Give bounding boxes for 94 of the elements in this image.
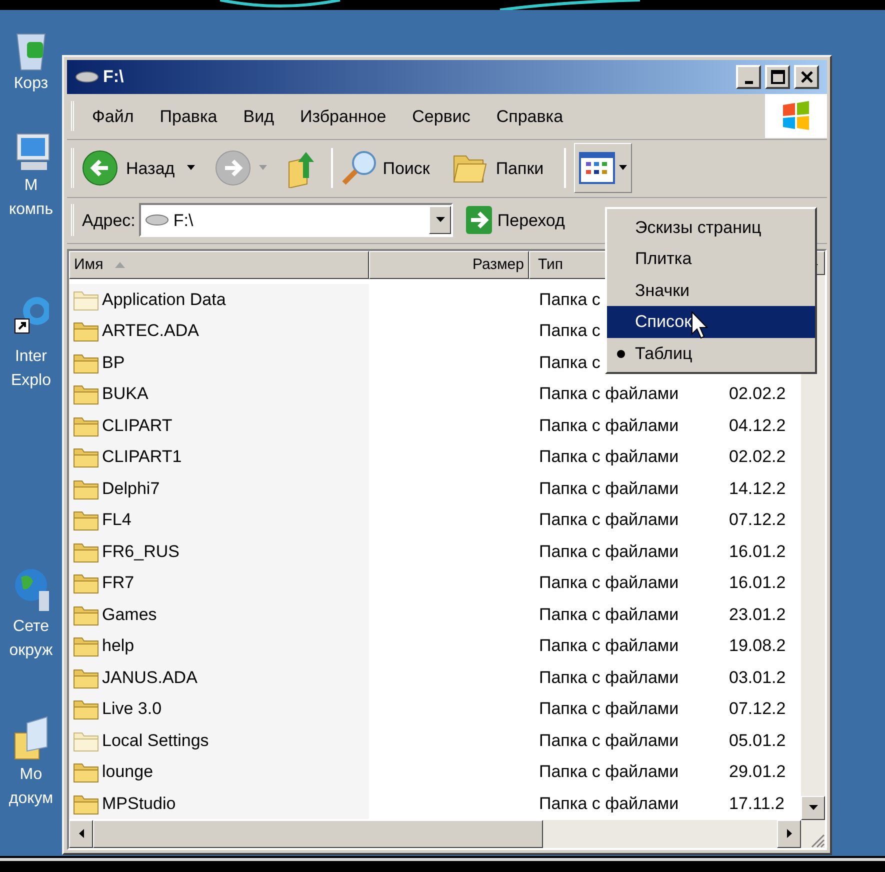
date-cell-text: 23.01.2 bbox=[729, 604, 786, 626]
resize-grip-icon[interactable] bbox=[809, 832, 825, 848]
date-cell-text: 19.08.2 bbox=[729, 635, 786, 658]
view-option[interactable]: Плитка bbox=[607, 243, 815, 275]
folders-button[interactable]: Папки bbox=[450, 150, 544, 186]
search-button[interactable]: Поиск bbox=[340, 149, 430, 188]
file-name[interactable]: Games bbox=[102, 602, 157, 628]
type-cell: Папка с файлами bbox=[539, 636, 679, 656]
back-button[interactable]: Назад bbox=[82, 150, 179, 186]
column-header[interactable]: Размер bbox=[369, 250, 529, 279]
file-name[interactable]: lounge bbox=[102, 759, 154, 785]
views-button[interactable] bbox=[574, 143, 632, 194]
file-name[interactable]: CLIPART bbox=[102, 412, 172, 438]
type-cell: Папка с файлами bbox=[539, 447, 679, 466]
sort-arrow-icon bbox=[115, 262, 126, 268]
horizontal-scrollbar[interactable] bbox=[69, 820, 825, 848]
windows-logo-icon bbox=[780, 100, 812, 132]
date-cell-text: 05.01.2 bbox=[729, 730, 786, 752]
type-cell: Папка с файлами bbox=[539, 416, 679, 435]
desktop-icon-label: Explo bbox=[10, 370, 52, 391]
type-cell: Папка с файлами bbox=[539, 794, 679, 813]
views-icon bbox=[578, 152, 615, 184]
address-field[interactable]: F:\ bbox=[139, 203, 454, 238]
type-cell: Папка с файлами bbox=[539, 730, 679, 750]
desktop-icon-label: докум bbox=[8, 788, 54, 809]
window-title: F:\ bbox=[103, 66, 124, 88]
type-cell: Папка с bbox=[539, 321, 600, 340]
maximize-icon bbox=[770, 70, 784, 84]
dropdown-button[interactable] bbox=[429, 206, 452, 234]
desktop-icon-label: Мо bbox=[20, 764, 42, 785]
date-cell-text: 16.01.2 bbox=[729, 540, 786, 563]
date-cell-text: 14.12.2 bbox=[729, 478, 786, 500]
view-option[interactable]: Значки bbox=[607, 274, 815, 306]
file-name[interactable]: BUKA bbox=[102, 381, 148, 407]
type-cell: Папка с файлами bbox=[539, 384, 679, 404]
date-cell-text: 29.01.2 bbox=[729, 761, 786, 784]
menu-item[interactable]: Правка bbox=[160, 104, 218, 130]
caret-icon bbox=[618, 165, 627, 172]
desktop-icon-label: Сете bbox=[13, 616, 49, 637]
date-cell-text: 07.12.2 bbox=[729, 698, 786, 720]
caret-icon[interactable] bbox=[186, 165, 195, 172]
type-cell: Папка с файлами bbox=[539, 542, 679, 561]
close-icon bbox=[800, 70, 814, 84]
go-button[interactable]: Переход bbox=[465, 205, 565, 236]
desktop-icon-label: компь bbox=[8, 200, 54, 220]
scroll-left-icon bbox=[78, 829, 84, 838]
view-option[interactable]: Список bbox=[607, 306, 815, 338]
view-option[interactable]: Эскизы страниц bbox=[607, 212, 815, 244]
cursor-icon bbox=[691, 310, 711, 341]
menu-item[interactable]: Сервис bbox=[412, 104, 470, 130]
column-header[interactable]: Имя bbox=[69, 250, 369, 279]
desktop-icon-label: Inter bbox=[14, 346, 47, 367]
date-cell-text: 03.01.2 bbox=[729, 666, 786, 689]
desktop-icon-label: М bbox=[24, 176, 38, 196]
type-cell: Папка с bbox=[539, 290, 600, 309]
bullet-icon bbox=[617, 350, 625, 358]
type-cell: Папка с файлами bbox=[539, 573, 679, 592]
caret-icon bbox=[436, 217, 445, 224]
type-cell: Папка с файлами bbox=[539, 699, 679, 718]
date-cell-text: 17.11.2 bbox=[729, 792, 784, 815]
date-cell-text: 02.02.2 bbox=[729, 383, 786, 406]
type-cell: Папка с файлами bbox=[539, 604, 679, 624]
drive-icon bbox=[145, 213, 170, 228]
scroll-down-icon bbox=[808, 805, 818, 810]
type-cell: Папка с файлами bbox=[539, 668, 679, 687]
drive-icon bbox=[75, 70, 99, 84]
date-cell-text: 02.02.2 bbox=[729, 446, 786, 468]
file-name[interactable]: help bbox=[102, 633, 134, 659]
type-cell: Папка с файлами bbox=[539, 510, 679, 530]
type-cell: Папка с файлами bbox=[539, 478, 679, 498]
close-button[interactable] bbox=[794, 64, 819, 89]
date-cell-text: 07.12.2 bbox=[729, 509, 786, 532]
file-name[interactable]: Live 3.0 bbox=[102, 696, 162, 722]
scroll-right-icon bbox=[786, 829, 792, 838]
desktop-icon-label: окруж bbox=[9, 640, 53, 661]
address-label: Адрес: bbox=[82, 210, 136, 232]
file-name[interactable]: FR7 bbox=[102, 570, 134, 596]
menu-item[interactable]: Вид bbox=[243, 104, 274, 130]
file-name[interactable]: FL4 bbox=[102, 507, 132, 533]
type-cell: Папка с bbox=[539, 352, 600, 372]
menu-item[interactable]: Справка bbox=[496, 104, 564, 130]
menu-item[interactable]: Файл bbox=[92, 104, 134, 130]
file-name[interactable]: Delphi7 bbox=[102, 476, 160, 502]
file-name[interactable]: BP bbox=[102, 350, 125, 376]
search-icon bbox=[340, 149, 379, 188]
view-option[interactable]: Таблиц bbox=[607, 338, 815, 370]
type-cell: Папка с файлами bbox=[539, 762, 679, 782]
menu-item[interactable]: Избранное bbox=[300, 104, 386, 130]
minimize-button[interactable] bbox=[736, 64, 761, 89]
date-cell-text: 16.01.2 bbox=[729, 572, 786, 594]
minimize-icon bbox=[744, 80, 752, 84]
desktop-icon-label: Корз bbox=[14, 74, 48, 94]
maximize-button[interactable] bbox=[765, 64, 790, 89]
date-cell-text: 04.12.2 bbox=[729, 414, 786, 437]
